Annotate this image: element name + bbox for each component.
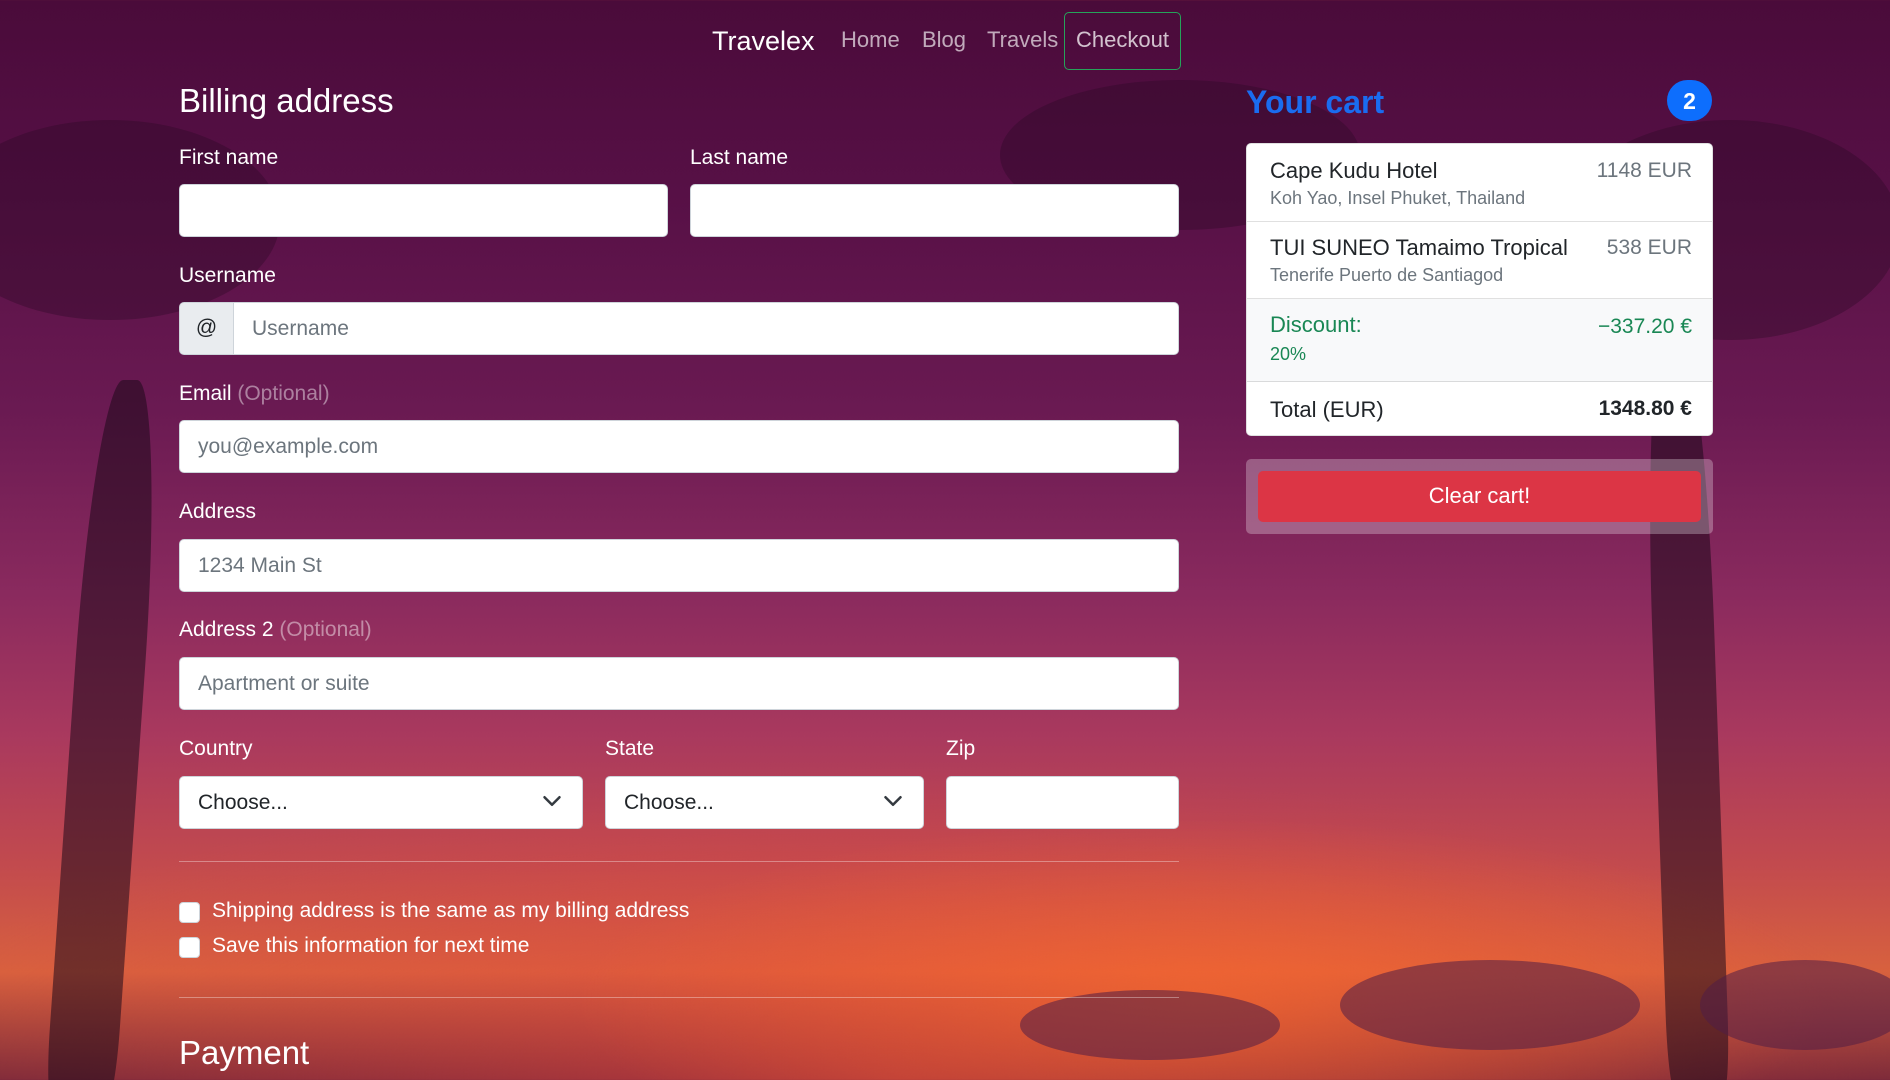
top-navbar: Travelex Home Blog Travels Checkout [0, 12, 1890, 70]
chevron-down-icon [884, 796, 902, 806]
address2-optional: (Optional) [279, 618, 372, 641]
state-select[interactable]: Choose... [605, 776, 924, 829]
payment-title: Payment [179, 1034, 310, 1071]
clear-cart-button[interactable]: Clear cart! [1258, 471, 1701, 522]
discount-percent: 20% [1270, 344, 1307, 364]
cart-item-name: TUI SUNEO Tamaimo Tropical [1270, 235, 1568, 260]
divider [179, 997, 1179, 998]
country-label: Country [179, 737, 253, 760]
discount-amount: −337.20 € [1597, 315, 1692, 338]
cart-item: TUI SUNEO Tamaimo Tropical Tenerife Puer… [1247, 222, 1712, 299]
address2-input[interactable]: Apartment or suite [179, 657, 1179, 710]
address2-label-text: Address 2 [179, 618, 274, 641]
email-placeholder: you@example.com [198, 435, 379, 458]
email-label: Email (Optional) [179, 382, 330, 406]
total-label: Total (EUR) [1270, 397, 1384, 422]
last-name-label: Last name [690, 146, 789, 169]
nav-blog-link[interactable]: Blog [922, 27, 966, 53]
cart-list: Cape Kudu Hotel Koh Yao, Insel Phuket, T… [1246, 143, 1713, 436]
zip-input[interactable] [946, 776, 1179, 829]
total-amount: 1348.80 € [1598, 397, 1692, 420]
last-name-input[interactable] [690, 184, 1179, 237]
billing-title: Billing address [179, 82, 394, 119]
shipping-same-label[interactable]: Shipping address is the same as my billi… [212, 899, 689, 923]
address2-label: Address 2 (Optional) [179, 618, 372, 642]
state-label: State [605, 737, 655, 760]
country-select-value: Choose... [198, 791, 288, 814]
cart-item: Cape Kudu Hotel Koh Yao, Insel Phuket, T… [1247, 144, 1712, 222]
cloud [1340, 960, 1640, 1050]
nav-checkout-link[interactable]: Checkout [1064, 12, 1181, 70]
discount-label: Discount: [1270, 312, 1362, 337]
address2-placeholder: Apartment or suite [198, 672, 370, 695]
shipping-same-row: Shipping address is the same as my billi… [179, 899, 1179, 927]
nav-home-link[interactable]: Home [841, 27, 900, 53]
email-label-text: Email [179, 382, 232, 405]
username-label: Username [179, 264, 276, 287]
cart-item-name: Cape Kudu Hotel [1270, 158, 1438, 183]
cart-total: Total (EUR) 1348.80 € [1247, 382, 1712, 435]
cart-item-location: Koh Yao, Insel Phuket, Thailand [1270, 188, 1526, 208]
zip-label: Zip [946, 737, 976, 760]
cloud [1020, 990, 1280, 1060]
country-select[interactable]: Choose... [179, 776, 583, 829]
cart-item-price: 1148 EUR [1596, 159, 1692, 182]
address-input[interactable]: 1234 Main St [179, 539, 1179, 592]
save-info-checkbox[interactable] [179, 937, 200, 958]
cart-count-badge: 2 [1667, 80, 1712, 121]
cart-item-location: Tenerife Puerto de Santiagod [1270, 265, 1504, 285]
palm-trunk-left [44, 380, 166, 1080]
shipping-same-checkbox[interactable] [179, 902, 200, 923]
palm-trunk-right [1641, 330, 1731, 1080]
save-info-label[interactable]: Save this information for next time [212, 934, 529, 958]
cloud [1700, 960, 1890, 1050]
chevron-down-icon [543, 796, 561, 806]
cart-title: Your cart [1246, 84, 1385, 120]
state-select-value: Choose... [624, 791, 714, 814]
first-name-input[interactable] [179, 184, 668, 237]
clear-cart-form: Clear cart! [1246, 459, 1713, 534]
save-info-row: Save this information for next time [179, 934, 1179, 962]
first-name-label: First name [179, 146, 279, 169]
address-label: Address [179, 500, 257, 523]
username-input[interactable]: Username [233, 302, 1179, 355]
brand-logo[interactable]: Travelex [712, 26, 815, 57]
email-optional: (Optional) [237, 382, 330, 405]
username-prefix: @ [179, 302, 234, 355]
divider [179, 861, 1179, 862]
cart-item-price: 538 EUR [1606, 236, 1692, 259]
username-placeholder: Username [252, 317, 349, 340]
address-placeholder: 1234 Main St [198, 554, 322, 577]
email-input[interactable]: you@example.com [179, 420, 1179, 473]
nav-travels-link[interactable]: Travels [987, 27, 1058, 53]
cart-discount: Discount: 20% −337.20 € [1247, 299, 1712, 382]
